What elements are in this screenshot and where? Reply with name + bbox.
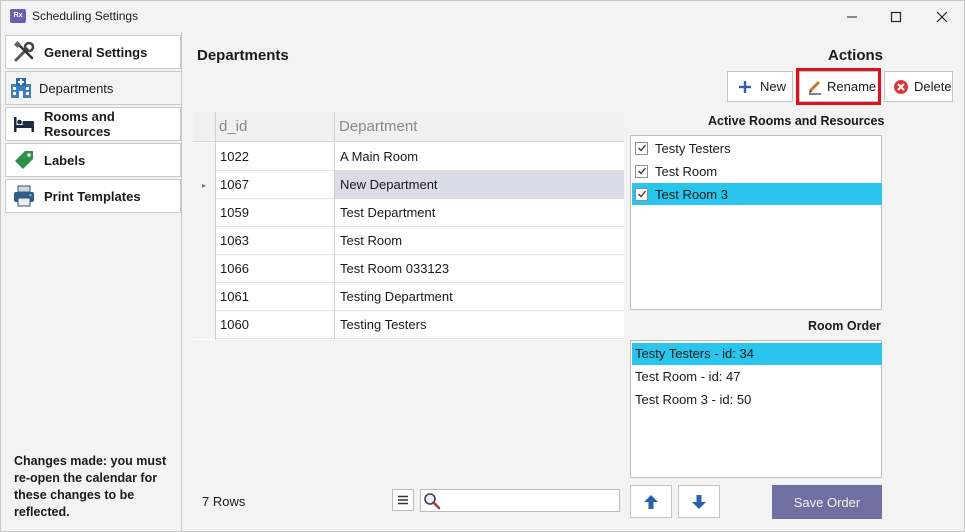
minimize-button[interactable]: [829, 1, 875, 32]
column-header-department[interactable]: Department: [335, 112, 624, 142]
rename-highlight-box: [796, 68, 881, 105]
new-button[interactable]: New: [727, 71, 793, 102]
cell-department: Testing Department: [340, 289, 453, 304]
list-item-label: Test Room 3: [655, 186, 728, 202]
move-up-button[interactable]: [630, 485, 672, 518]
cell-d-id: 1022: [215, 143, 335, 171]
room-order-list[interactable]: Testy Testers - id: 34 Test Room - id: 4…: [630, 340, 882, 478]
row-indicator: [193, 255, 215, 283]
tag-icon: [12, 148, 36, 172]
active-rooms-title: Active Rooms and Resources: [708, 114, 885, 128]
table-row[interactable]: 1060 Testing Testers: [193, 311, 624, 339]
save-order-button[interactable]: Save Order: [772, 485, 882, 519]
cell-department: Test Room: [340, 233, 403, 248]
column-header-d-id[interactable]: d_id: [215, 112, 335, 142]
cell-d-id: 1060: [215, 311, 335, 339]
main-panel: Departments d_id Department 1022 A Main …: [181, 32, 964, 531]
hamburger-icon: [398, 495, 408, 505]
row-indicator: [193, 311, 215, 339]
grid-header: d_id Department: [193, 112, 624, 142]
list-item-label: Test Room: [655, 163, 718, 179]
cell-department: A Main Room: [340, 149, 419, 164]
scheduling-settings-window: Rx Scheduling Settings General Settings: [0, 0, 965, 532]
list-item[interactable]: Test Room: [632, 160, 882, 182]
row-indicator: [193, 283, 215, 311]
search-icon: [423, 492, 441, 510]
maximize-icon: [890, 11, 902, 22]
close-icon: [936, 11, 948, 22]
app-icon: Rx: [10, 9, 26, 23]
table-row[interactable]: ▸ 1067 New Department: [193, 171, 624, 199]
new-button-label: New: [760, 79, 787, 94]
cell-department: Test Department: [340, 205, 436, 220]
hospital-icon: [9, 76, 33, 100]
plus-icon: [736, 78, 754, 96]
list-item[interactable]: Testy Testers: [632, 137, 882, 159]
sidebar-item-label: Rooms and Resources: [44, 109, 115, 139]
cell-department: Testing Testers: [340, 317, 427, 332]
actions-title: Actions: [828, 47, 884, 64]
list-item-label: Testy Testers: [655, 140, 731, 156]
rows-count: 7 Rows: [202, 494, 246, 509]
sidebar-item-label: Departments: [39, 80, 114, 96]
cell-department: Test Room 033123: [340, 261, 450, 276]
grid-menu-button[interactable]: [392, 489, 414, 511]
row-indicator: ▸: [193, 171, 215, 199]
sidebar-item-label: General Settings: [44, 44, 148, 60]
list-item[interactable]: Testy Testers - id: 34: [632, 343, 882, 365]
cell-d-id: 1067: [215, 171, 335, 199]
sidebar-item-rooms-and-resources[interactable]: Rooms and Resources: [5, 107, 181, 141]
departments-grid[interactable]: d_id Department 1022 A Main Room ▸ 1067 …: [193, 112, 624, 340]
table-row[interactable]: 1061 Testing Department: [193, 283, 624, 311]
sidebar-item-labels[interactable]: Labels: [5, 143, 181, 177]
cell-d-id: 1059: [215, 199, 335, 227]
cell-d-id: 1066: [215, 255, 335, 283]
sidebar-item-general-settings[interactable]: General Settings: [5, 35, 181, 69]
move-down-button[interactable]: [678, 485, 720, 518]
cell-d-id: 1063: [215, 227, 335, 255]
active-rooms-list[interactable]: Testy Testers Test Room Test Room 3: [630, 135, 882, 310]
table-row[interactable]: 1022 A Main Room: [193, 143, 624, 171]
list-item[interactable]: Test Room 3: [632, 183, 882, 205]
table-row[interactable]: 1063 Test Room: [193, 227, 624, 255]
delete-icon: [892, 78, 910, 96]
maximize-button[interactable]: [873, 1, 919, 32]
row-indicator: [193, 143, 215, 171]
bed-icon: [12, 112, 36, 136]
changes-note: Changes made: you must re-open the calen…: [14, 454, 167, 519]
check-icon: [637, 167, 646, 175]
table-row[interactable]: 1066 Test Room 033123: [193, 255, 624, 283]
list-item[interactable]: Test Room 3 - id: 50: [632, 389, 882, 411]
sidebar-item-label: Print Templates: [44, 188, 141, 204]
row-indicator: [193, 199, 215, 227]
tools-icon: [12, 40, 36, 64]
cell-d-id: 1061: [215, 283, 335, 311]
close-button[interactable]: [919, 1, 965, 32]
arrow-down-icon: [692, 494, 706, 509]
table-row[interactable]: 1059 Test Department: [193, 199, 624, 227]
delete-button-label: Delete: [914, 79, 952, 94]
check-icon: [637, 190, 646, 198]
checkbox[interactable]: [635, 187, 648, 201]
grid-divider: [215, 112, 216, 340]
printer-icon: [12, 184, 36, 208]
cell-department: New Department: [335, 171, 624, 199]
minimize-icon: [847, 16, 857, 17]
room-order-title: Room Order: [808, 319, 881, 333]
sidebar: General Settings Departments Rooms and R…: [2, 32, 181, 531]
delete-button[interactable]: Delete: [884, 71, 953, 102]
title-bar: Rx Scheduling Settings: [1, 1, 964, 32]
window-title: Scheduling Settings: [32, 9, 139, 23]
sidebar-item-departments[interactable]: Departments: [5, 71, 181, 105]
page-title: Departments: [197, 47, 289, 64]
check-icon: [637, 144, 646, 152]
sidebar-item-label: Labels: [44, 152, 86, 168]
sidebar-item-print-templates[interactable]: Print Templates: [5, 179, 181, 213]
arrow-up-icon: [644, 494, 658, 509]
search-input[interactable]: [420, 489, 620, 512]
checkbox[interactable]: [635, 141, 648, 155]
list-item[interactable]: Test Room - id: 47: [632, 366, 882, 388]
row-indicator: [193, 227, 215, 255]
checkbox[interactable]: [635, 164, 648, 178]
